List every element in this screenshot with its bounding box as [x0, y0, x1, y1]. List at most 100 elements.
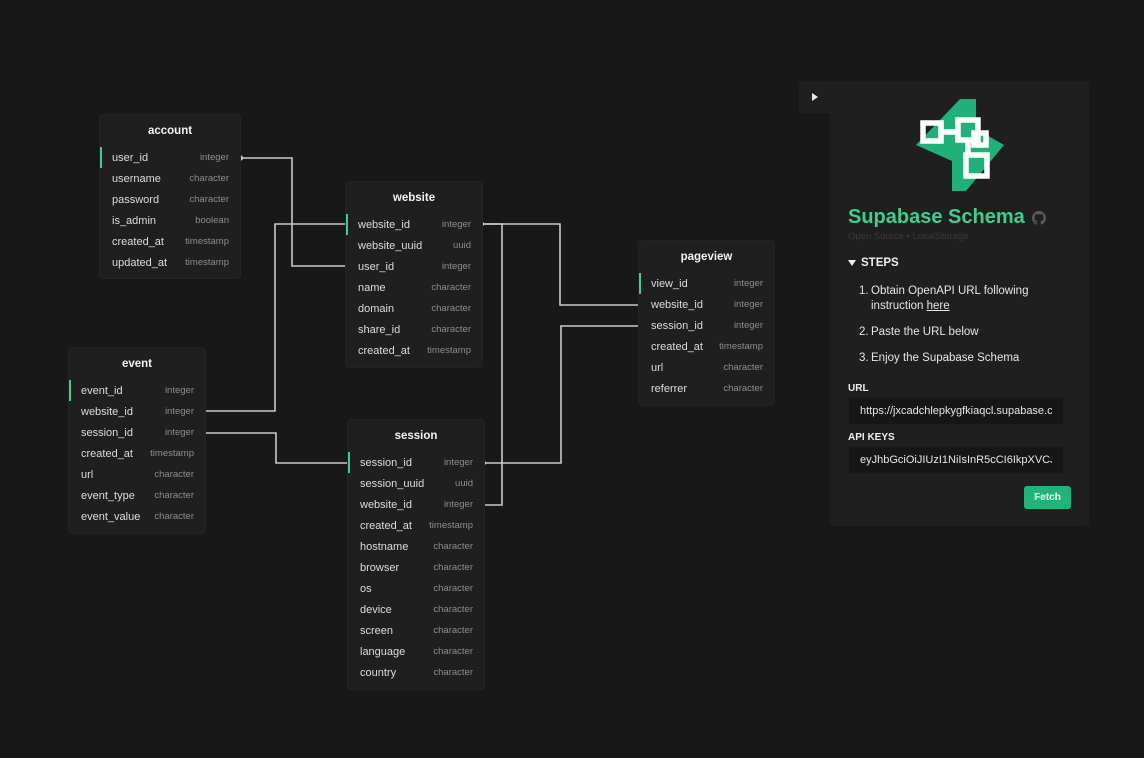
- github-icon[interactable]: [1031, 210, 1046, 225]
- column-type: uuid: [455, 478, 473, 489]
- table-row: language character: [348, 641, 484, 662]
- column-name: url: [81, 468, 94, 481]
- table-title: event: [121, 358, 153, 370]
- table-session[interactable]: session session_id integer session_uuid uu…: [348, 420, 484, 689]
- table-row: updated_at timestamp: [100, 252, 240, 273]
- relation-session-website-to-website: [482, 223, 503, 506]
- column-name: domain: [358, 302, 395, 315]
- steps-list: 1. Obtain OpenAPI URL following instruct…: [859, 284, 1079, 377]
- instruction-link[interactable]: here: [927, 300, 950, 312]
- column-name: country: [360, 666, 397, 679]
- table-row: event_id integer: [69, 380, 205, 401]
- list-item: 3. Enjoy the Supabase Schema: [859, 351, 1079, 366]
- column-type: character: [433, 667, 473, 678]
- table-title: pageview: [680, 251, 733, 263]
- caret-down-icon: [848, 260, 856, 266]
- wire-endpoint: [241, 155, 244, 161]
- column-name: browser: [360, 561, 400, 574]
- table-row: username character: [100, 168, 240, 189]
- column-name: user_id: [358, 260, 395, 273]
- column-name: website_id: [81, 405, 133, 418]
- column-type: timestamp: [719, 341, 763, 352]
- brand-title: Supabase Schema: [848, 206, 1046, 229]
- step-number: 2.: [859, 326, 869, 338]
- url-input[interactable]: [848, 397, 1064, 425]
- column-name: website_uuid: [358, 239, 423, 252]
- step-number: 3.: [859, 352, 869, 364]
- play-triangle-icon: [811, 93, 818, 101]
- column-name: session_id: [81, 426, 133, 439]
- column-name: hostname: [360, 540, 409, 553]
- column-type: integer: [441, 261, 471, 272]
- step-text: Paste the URL below: [871, 326, 979, 338]
- column-type: character: [433, 562, 473, 573]
- table-row: session_uuid uuid: [348, 473, 484, 494]
- steps-toggle[interactable]: STEPS: [848, 257, 899, 269]
- column-type: character: [154, 490, 194, 501]
- column-type: character: [433, 604, 473, 615]
- column-name: referrer: [651, 382, 688, 395]
- table-row: session_id integer: [639, 315, 774, 336]
- logo-bolt-shape: [916, 99, 1004, 191]
- column-type: character: [433, 625, 473, 636]
- step-text-part: Obtain OpenAPI URL following instruction: [871, 285, 1029, 312]
- column-name: is_admin: [112, 214, 157, 227]
- table-account[interactable]: account user_id integer username character…: [100, 115, 240, 278]
- panel-toggle-button[interactable]: [799, 81, 830, 113]
- column-type: character: [433, 583, 473, 594]
- api-keys-input[interactable]: [848, 446, 1064, 474]
- table-row: user_id integer: [100, 147, 240, 168]
- column-name: website_id: [360, 498, 412, 511]
- column-type: character: [154, 469, 194, 480]
- table-event[interactable]: event event_id integer website_id integer …: [69, 348, 205, 533]
- table-row: created_at timestamp: [69, 443, 205, 464]
- column-type: integer: [199, 152, 229, 163]
- column-type: character: [433, 646, 473, 657]
- column-name: created_at: [358, 344, 410, 357]
- column-type: character: [431, 324, 471, 335]
- column-name: username: [112, 172, 161, 185]
- table-pageview[interactable]: pageview view_id integer website_id intege…: [639, 241, 774, 405]
- table-row: website_id integer: [69, 401, 205, 422]
- table-row: url character: [639, 357, 774, 378]
- table-row: website_id integer: [639, 294, 774, 315]
- column-type: integer: [733, 320, 763, 331]
- tagline: Open Source • LocalStorage: [848, 231, 969, 242]
- column-type: boolean: [195, 215, 229, 226]
- list-item: 1. Obtain OpenAPI URL following instruct…: [859, 284, 1079, 314]
- step-number: 1.: [859, 285, 869, 297]
- url-label: URL: [848, 383, 869, 394]
- column-name: updated_at: [112, 256, 168, 269]
- table-row: created_at timestamp: [639, 336, 774, 357]
- column-type: timestamp: [185, 236, 229, 247]
- table-row: event_type character: [69, 485, 205, 506]
- column-name: password: [112, 193, 160, 206]
- table-row: device character: [348, 599, 484, 620]
- schema-panel: Supabase Schema Open Source • LocalStora…: [830, 81, 1089, 526]
- supabase-schema-logo: [916, 99, 1004, 191]
- column-name: session_id: [651, 319, 703, 332]
- table-row: website_uuid uuid: [346, 235, 482, 256]
- fetch-button[interactable]: Fetch: [1024, 486, 1071, 509]
- column-name: event_id: [81, 384, 123, 397]
- column-type: uuid: [453, 240, 471, 251]
- column-name: user_id: [112, 151, 149, 164]
- column-type: integer: [164, 385, 194, 396]
- column-name: website_id: [651, 298, 703, 311]
- table-row: browser character: [348, 557, 484, 578]
- relation-website-user-to-account: [241, 157, 347, 267]
- wire-endpoint: [484, 460, 487, 466]
- table-row: view_id integer: [639, 273, 774, 294]
- column-type: character: [433, 541, 473, 552]
- relation-pageview-website-to-website: [482, 223, 640, 306]
- relation-event-session-to-session: [205, 432, 349, 464]
- table-row: event_value character: [69, 506, 205, 527]
- table-website[interactable]: website website_id integer website_uuid uu…: [346, 182, 482, 367]
- steps-heading: STEPS: [861, 257, 899, 269]
- column-name: device: [360, 603, 392, 616]
- table-row: share_id character: [346, 319, 482, 340]
- table-row: country character: [348, 662, 484, 683]
- table-row: referrer character: [639, 378, 774, 399]
- table-row: user_id integer: [346, 256, 482, 277]
- table-row: is_admin boolean: [100, 210, 240, 231]
